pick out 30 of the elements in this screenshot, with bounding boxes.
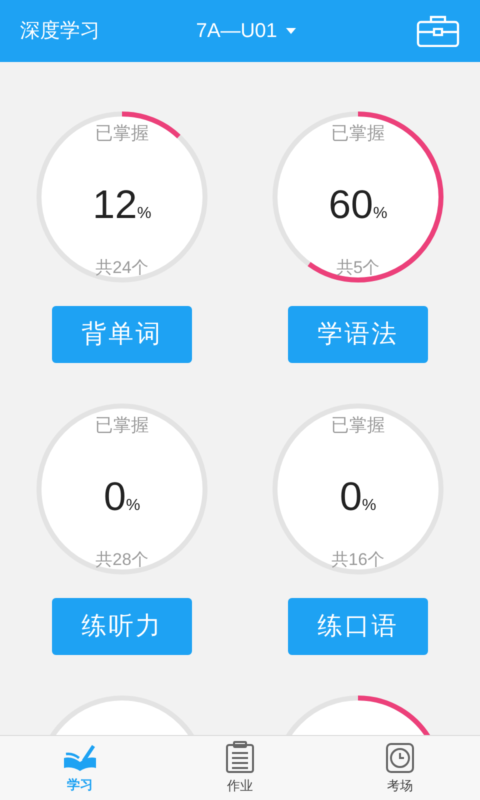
clock-icon xyxy=(385,740,415,773)
toolbox-button[interactable] xyxy=(416,15,460,47)
clipboard-icon xyxy=(225,740,255,773)
percent-sign: % xyxy=(137,204,152,224)
briefcase-icon xyxy=(416,15,460,47)
nav-tab[interactable]: 学习 xyxy=(0,736,160,800)
mastered-label: 已掌握 xyxy=(331,122,385,145)
nav-tab[interactable]: 作业 xyxy=(160,736,320,800)
percent-value: 0 xyxy=(104,474,126,521)
nav-tab[interactable]: 考场 xyxy=(320,736,480,800)
practice-button[interactable]: 练听力 xyxy=(52,598,192,655)
practice-button[interactable]: 练口语 xyxy=(288,598,428,655)
caret-icon xyxy=(285,27,298,35)
mastered-label: 已掌握 xyxy=(331,414,385,437)
practice-button[interactable]: 背单词 xyxy=(52,306,192,363)
total-count: 共24个 xyxy=(96,257,148,279)
percent-sign: % xyxy=(362,496,376,516)
mastered-label: 已掌握 xyxy=(95,414,149,437)
total-count: 共16个 xyxy=(332,549,384,571)
total-count: 共28个 xyxy=(96,549,148,571)
mastered-label: 已掌握 xyxy=(95,122,149,145)
percent-sign: % xyxy=(126,496,140,516)
total-count: 共5个 xyxy=(336,257,380,279)
practice-button[interactable]: 学语法 xyxy=(288,306,428,363)
unit-dropdown[interactable]: 7A—U01 xyxy=(196,16,298,46)
percent-value: 60 xyxy=(328,182,374,229)
percent-sign: % xyxy=(373,204,388,224)
app-title: 深度学习 xyxy=(20,19,101,44)
percent-value: 0 xyxy=(340,474,362,521)
percent-value: 12 xyxy=(92,182,138,229)
